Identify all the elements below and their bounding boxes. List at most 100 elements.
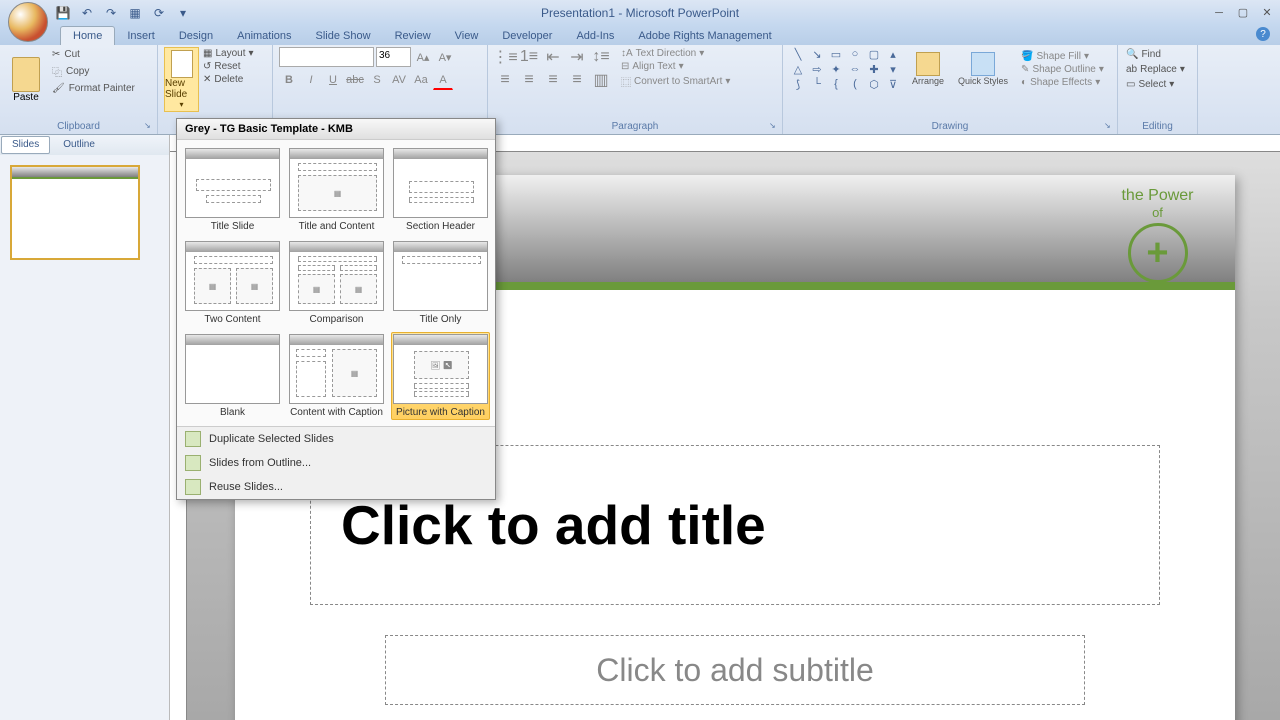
connector-icon[interactable]: └ <box>808 77 826 91</box>
align-left-button[interactable]: ≡ <box>494 70 516 90</box>
slide-thumbnail-1[interactable] <box>10 165 140 260</box>
font-size-combo[interactable]: 36 <box>376 47 411 67</box>
shape-fill-button[interactable]: 🪣Shape Fill ▾ <box>1018 50 1107 63</box>
paren-icon[interactable]: ( <box>846 77 864 91</box>
tab-review[interactable]: Review <box>383 27 443 45</box>
layout-picture-caption[interactable]: 🖼 ↖ Picture with Caption <box>391 332 490 420</box>
arrange-button[interactable]: Arrange <box>908 50 948 88</box>
shadow-button[interactable]: S <box>367 70 387 90</box>
reuse-slides-item[interactable]: Reuse Slides... <box>177 475 495 499</box>
font-color-button[interactable]: A <box>433 70 453 90</box>
curve-icon[interactable]: ⟆ <box>789 77 807 91</box>
numbering-button[interactable]: 1≡ <box>518 47 540 67</box>
gallery-up-icon[interactable]: ▴ <box>884 47 902 61</box>
slides-from-outline-item[interactable]: Slides from Outline... <box>177 451 495 475</box>
redo-icon[interactable]: ↷ <box>103 5 119 21</box>
quick-styles-button[interactable]: Quick Styles <box>954 50 1012 88</box>
select-button[interactable]: ▭Select ▾ <box>1124 77 1191 92</box>
hexagon-icon[interactable]: ⬡ <box>865 77 883 91</box>
delete-button[interactable]: ✕Delete <box>202 73 255 86</box>
triangle-icon[interactable]: △ <box>789 62 807 76</box>
replace-button[interactable]: abReplace ▾ <box>1124 62 1191 77</box>
strike-button[interactable]: abc <box>345 70 365 90</box>
bold-button[interactable]: B <box>279 70 299 90</box>
char-spacing-button[interactable]: AV <box>389 70 409 90</box>
new-slide-button[interactable]: New Slide ▾ <box>164 47 199 112</box>
shape-outline-button[interactable]: ✎Shape Outline ▾ <box>1018 63 1107 76</box>
align-text-button[interactable]: ⊟Align Text ▾ <box>618 60 733 73</box>
arrow-icon[interactable]: ↘ <box>808 47 826 61</box>
italic-button[interactable]: I <box>301 70 321 90</box>
shapes-gallery[interactable]: ╲ ↘ ▭ ○ ▢ ▴ △ ⇨ ✦ ⇔ ✚ ▾ ⟆ └ { ( ⬡ ⊽ <box>789 47 902 91</box>
change-case-button[interactable]: Aa <box>411 70 431 90</box>
tab-design[interactable]: Design <box>167 27 225 45</box>
layout-two-content[interactable]: ▦ ▦ Two Content <box>183 239 282 327</box>
layout-title-slide[interactable]: Title Slide <box>183 146 282 234</box>
layout-content-caption[interactable]: ▦ Content with Caption <box>287 332 386 420</box>
tab-adobe[interactable]: Adobe Rights Management <box>626 27 783 45</box>
close-button[interactable]: ✕ <box>1259 6 1275 20</box>
tab-developer[interactable]: Developer <box>490 27 564 45</box>
layout-blank[interactable]: Blank <box>183 332 282 420</box>
inc-indent-button[interactable]: ⇥ <box>566 47 588 67</box>
justify-button[interactable]: ≡ <box>566 70 588 90</box>
layout-comparison[interactable]: ▦ ▦ Comparison <box>287 239 386 327</box>
qat-customize-icon[interactable]: ▾ <box>175 5 191 21</box>
dec-indent-button[interactable]: ⇤ <box>542 47 564 67</box>
help-icon[interactable]: ? <box>1256 27 1270 41</box>
tab-add-ins[interactable]: Add-Ins <box>564 27 626 45</box>
double-arrow-icon[interactable]: ⇔ <box>846 62 864 76</box>
line-spacing-button[interactable]: ↕≡ <box>590 47 612 67</box>
line-icon[interactable]: ╲ <box>789 47 807 61</box>
tab-animations[interactable]: Animations <box>225 27 303 45</box>
outline-tab[interactable]: Outline <box>52 136 106 154</box>
columns-button[interactable]: ▥ <box>590 70 612 90</box>
star-icon[interactable]: ✦ <box>827 62 845 76</box>
right-arrow-icon[interactable]: ⇨ <box>808 62 826 76</box>
tab-slide-show[interactable]: Slide Show <box>304 27 383 45</box>
tab-insert[interactable]: Insert <box>115 27 167 45</box>
tab-view[interactable]: View <box>443 27 491 45</box>
format-painter-button[interactable]: 🖌Format Painter <box>50 81 137 96</box>
bullets-button[interactable]: ⋮≡ <box>494 47 516 67</box>
layout-button[interactable]: ▦Layout ▾ <box>202 47 255 60</box>
office-button[interactable] <box>8 2 48 42</box>
find-button[interactable]: 🔍Find <box>1124 47 1191 62</box>
rounded-rect-icon[interactable]: ▢ <box>865 47 883 61</box>
plus-icon[interactable]: ✚ <box>865 62 883 76</box>
drawing-launcher[interactable]: ↘ <box>1104 121 1114 131</box>
subtitle-placeholder[interactable]: Click to add subtitle <box>385 635 1085 705</box>
shape-effects-button[interactable]: ◐Shape Effects ▾ <box>1018 76 1107 89</box>
duplicate-slides-item[interactable]: Duplicate Selected Slides <box>177 427 495 451</box>
reset-button[interactable]: ↺Reset <box>202 60 255 73</box>
oval-icon[interactable]: ○ <box>846 47 864 61</box>
gallery-down-icon[interactable]: ▾ <box>884 62 902 76</box>
save-icon[interactable]: 💾 <box>55 5 71 21</box>
shrink-font-icon[interactable]: A▾ <box>435 47 455 67</box>
clipboard-launcher[interactable]: ↘ <box>144 121 154 131</box>
layout-title-content[interactable]: ▦ Title and Content <box>287 146 386 234</box>
rect-icon[interactable]: ▭ <box>827 47 845 61</box>
paragraph-launcher[interactable]: ↘ <box>769 121 779 131</box>
maximize-button[interactable]: ▢ <box>1235 6 1251 20</box>
brace-icon[interactable]: { <box>827 77 845 91</box>
copy-button[interactable]: ⿻Copy <box>50 62 137 81</box>
align-center-button[interactable]: ≡ <box>518 70 540 90</box>
paste-button[interactable]: Paste <box>6 47 46 112</box>
align-right-button[interactable]: ≡ <box>542 70 564 90</box>
repeat-icon[interactable]: ⟳ <box>151 5 167 21</box>
tab-home[interactable]: Home <box>60 26 115 45</box>
layout-section-header[interactable]: Section Header <box>391 146 490 234</box>
gallery-more-icon[interactable]: ⊽ <box>884 77 902 91</box>
print-preview-icon[interactable]: ▦ <box>127 5 143 21</box>
minimize-button[interactable]: ─ <box>1211 6 1227 20</box>
slides-tab[interactable]: Slides <box>1 136 50 154</box>
smartart-button[interactable]: ⿴Convert to SmartArt ▾ <box>618 73 733 90</box>
font-name-combo[interactable] <box>279 47 374 67</box>
undo-icon[interactable]: ↶ <box>79 5 95 21</box>
layout-title-only[interactable]: Title Only <box>391 239 490 327</box>
text-direction-button[interactable]: ↕AText Direction ▾ <box>618 47 733 60</box>
underline-button[interactable]: U <box>323 70 343 90</box>
grow-font-icon[interactable]: A▴ <box>413 47 433 67</box>
cut-button[interactable]: ✂Cut <box>50 47 137 62</box>
